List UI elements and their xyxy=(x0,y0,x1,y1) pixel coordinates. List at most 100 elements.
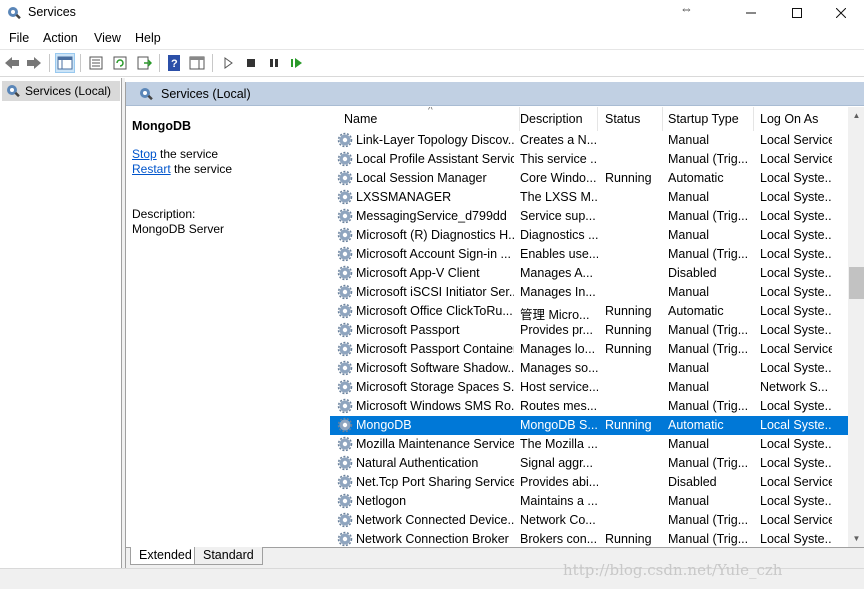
table-row[interactable]: Local Session Manager Core Windo... Runnin… xyxy=(330,169,850,188)
scroll-down-arrow-icon[interactable]: ▼ xyxy=(848,530,864,547)
stop-service-link[interactable]: Stop xyxy=(132,147,157,161)
minimize-icon xyxy=(746,12,756,14)
show-action-pane-button[interactable] xyxy=(187,53,207,73)
services-list: ^ Name Description Status Startup Type L… xyxy=(330,107,850,547)
toolbar-separator xyxy=(212,54,213,72)
table-row[interactable]: Microsoft Office ClickToRu... 管理 Micro...… xyxy=(330,302,850,322)
service-status-cell: Running xyxy=(605,323,652,337)
service-logon-cell: Local Service xyxy=(760,133,832,147)
vertical-scrollbar[interactable]: ▲ ▼ xyxy=(848,107,864,547)
close-button[interactable] xyxy=(818,0,864,26)
service-gear-icon xyxy=(337,170,353,186)
column-startup-type[interactable]: Startup Type xyxy=(662,107,754,131)
service-name-cell: Microsoft Windows SMS Ro... xyxy=(356,399,514,413)
stop-service-button[interactable] xyxy=(241,53,261,73)
tree-item-services-local[interactable]: Services (Local) xyxy=(2,81,120,101)
service-startup-cell: Manual xyxy=(668,190,709,204)
minimize-button[interactable] xyxy=(728,0,774,26)
show-hide-console-tree-button[interactable] xyxy=(55,53,75,73)
console-tree: Services (Local) xyxy=(0,78,122,568)
table-row[interactable]: Local Profile Assistant Service This serv… xyxy=(330,150,850,169)
table-row[interactable]: Link-Layer Topology Discov... Creates a N… xyxy=(330,131,850,150)
service-logon-cell: Local Syste... xyxy=(760,418,832,432)
table-row[interactable]: Microsoft Passport Provides pr... Running M… xyxy=(330,321,850,340)
console-tree-icon xyxy=(57,56,73,70)
column-name[interactable]: ^ Name xyxy=(338,107,520,131)
service-gear-icon xyxy=(337,341,353,357)
forward-button[interactable] xyxy=(24,53,44,73)
properties-button[interactable] xyxy=(86,53,106,73)
tab-extended[interactable]: Extended xyxy=(130,547,201,565)
restart-line: Restart the service xyxy=(132,162,232,176)
menu-file[interactable]: File xyxy=(9,31,29,45)
pane-header: Services (Local) xyxy=(126,82,864,106)
service-gear-icon xyxy=(337,531,353,547)
toolbar: ? xyxy=(0,50,864,77)
back-button[interactable] xyxy=(2,53,22,73)
resize-cursor-icon: ⇔ xyxy=(680,1,693,16)
start-service-button[interactable] xyxy=(218,53,238,73)
table-row[interactable]: MessagingService_d799dd Service sup... Man… xyxy=(330,207,850,226)
table-row[interactable]: Microsoft Passport Container Manages lo..… xyxy=(330,340,850,359)
service-logon-cell: Local Syste... xyxy=(760,532,832,546)
column-logon-label: Log On As xyxy=(760,112,819,126)
pause-service-button[interactable] xyxy=(264,53,284,73)
service-name-cell: Mozilla Maintenance Service xyxy=(356,437,514,451)
service-name-cell: Microsoft Account Sign-in ... xyxy=(356,247,511,261)
restart-service-link[interactable]: Restart xyxy=(132,162,171,176)
scroll-thumb[interactable] xyxy=(849,267,864,299)
table-row[interactable]: Network Connection Broker Brokers con... R… xyxy=(330,530,850,547)
service-logon-cell: Local Syste... xyxy=(760,247,832,261)
svg-text:?: ? xyxy=(171,58,178,70)
table-row[interactable]: Microsoft Windows SMS Ro... Routes mes...… xyxy=(330,397,850,416)
service-startup-cell: Manual (Trig... xyxy=(668,342,749,356)
export-list-button[interactable] xyxy=(134,53,154,73)
service-gear-icon xyxy=(337,265,353,281)
service-logon-cell: Local Syste... xyxy=(760,494,832,508)
service-startup-cell: Manual (Trig... xyxy=(668,513,749,527)
title-bar: Services ⇔ xyxy=(0,0,864,26)
service-description-cell: Creates a N... xyxy=(520,133,598,147)
table-row[interactable]: Microsoft iSCSI Initiator Ser... Manages … xyxy=(330,283,850,302)
table-row[interactable]: Microsoft Account Sign-in ... Enables use… xyxy=(330,245,850,264)
table-row[interactable]: Network Connected Device... Network Co...… xyxy=(330,511,850,530)
restart-service-button[interactable] xyxy=(287,53,307,73)
table-row[interactable]: Netlogon Maintains a ... Manual Local Syste… xyxy=(330,492,850,511)
table-row[interactable]: MongoDB MongoDB S... Running Automatic Local… xyxy=(330,416,850,435)
service-gear-icon xyxy=(337,284,353,300)
sort-ascending-icon: ^ xyxy=(428,107,433,116)
tree-item-label: Services (Local) xyxy=(25,84,112,98)
service-name-cell: Microsoft Passport xyxy=(356,323,460,337)
maximize-button[interactable] xyxy=(774,0,820,26)
help-button[interactable]: ? xyxy=(164,53,184,73)
service-name-cell: Net.Tcp Port Sharing Service xyxy=(356,475,514,489)
service-name-cell: MongoDB xyxy=(356,418,412,432)
service-description-cell: Brokers con... xyxy=(520,532,598,546)
column-log-on-as[interactable]: Log On As xyxy=(754,107,850,131)
menu-view[interactable]: View xyxy=(94,31,121,45)
service-description-cell: Manages lo... xyxy=(520,342,596,356)
table-row[interactable]: Microsoft Software Shadow... Manages so..… xyxy=(330,359,850,378)
table-row[interactable]: Net.Tcp Port Sharing Service Provides abi… xyxy=(330,473,850,492)
service-gear-icon xyxy=(337,436,353,452)
service-description-cell: Manages so... xyxy=(520,361,598,375)
menu-help[interactable]: Help xyxy=(135,31,161,45)
table-row[interactable]: LXSSMANAGER The LXSS M... Manual Local Syst… xyxy=(330,188,850,207)
service-startup-cell: Manual xyxy=(668,380,709,394)
service-gear-icon xyxy=(337,493,353,509)
refresh-button[interactable] xyxy=(110,53,130,73)
service-status-cell: Running xyxy=(605,418,652,432)
table-row[interactable]: Natural Authentication Signal aggr... Manu… xyxy=(330,454,850,473)
service-startup-cell: Manual xyxy=(668,285,709,299)
service-startup-cell: Manual xyxy=(668,361,709,375)
tab-standard[interactable]: Standard xyxy=(194,547,263,565)
menu-action[interactable]: Action xyxy=(43,31,78,45)
services-gear-icon xyxy=(7,85,20,98)
table-row[interactable]: Mozilla Maintenance Service The Mozilla .… xyxy=(330,435,850,454)
table-row[interactable]: Microsoft App-V Client Manages A... Disabl… xyxy=(330,264,850,283)
table-row[interactable]: Microsoft (R) Diagnostics H... Diagnostic… xyxy=(330,226,850,245)
column-status[interactable]: Status xyxy=(599,107,663,131)
table-row[interactable]: Microsoft Storage Spaces S... Host servic… xyxy=(330,378,850,397)
scroll-up-arrow-icon[interactable]: ▲ xyxy=(848,107,864,124)
column-description[interactable]: Description xyxy=(514,107,598,131)
